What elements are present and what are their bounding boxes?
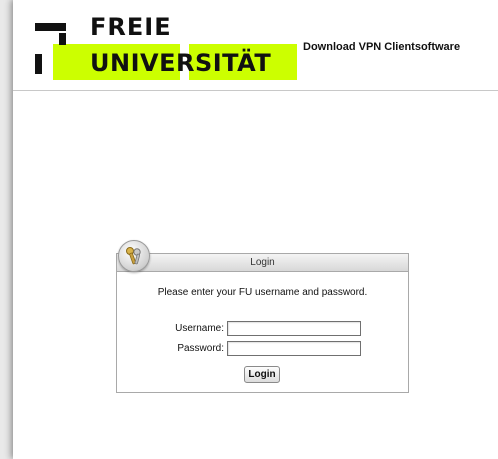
fu-berlin-logo: FREIE UNIVERSITÄT	[13, 0, 313, 90]
logo-text-freie: FREIE	[90, 13, 172, 41]
download-vpn-client-link[interactable]: Download VPN Clientsoftware	[303, 41, 460, 53]
page-header: FREIE UNIVERSITÄT Download VPN Clientsof…	[13, 0, 498, 91]
login-dialog: Login Please enter your FU username and …	[116, 253, 409, 393]
login-dialog-title: Login	[117, 254, 408, 272]
username-input[interactable]	[227, 321, 361, 336]
login-instructions: Please enter your FU username and passwo…	[157, 287, 368, 298]
browser-page: FREIE UNIVERSITÄT Download VPN Clientsof…	[13, 0, 498, 459]
logo-text-universitaet: UNIVERSITÄT	[90, 49, 272, 77]
username-label: Username:	[175, 323, 224, 334]
logo-mark	[35, 54, 42, 74]
keys-icon	[118, 240, 150, 272]
password-label: Password:	[177, 343, 224, 354]
password-input[interactable]	[227, 341, 361, 356]
logo-mark	[35, 23, 66, 31]
login-button[interactable]: Login	[244, 366, 280, 383]
logo-mark	[59, 33, 66, 45]
